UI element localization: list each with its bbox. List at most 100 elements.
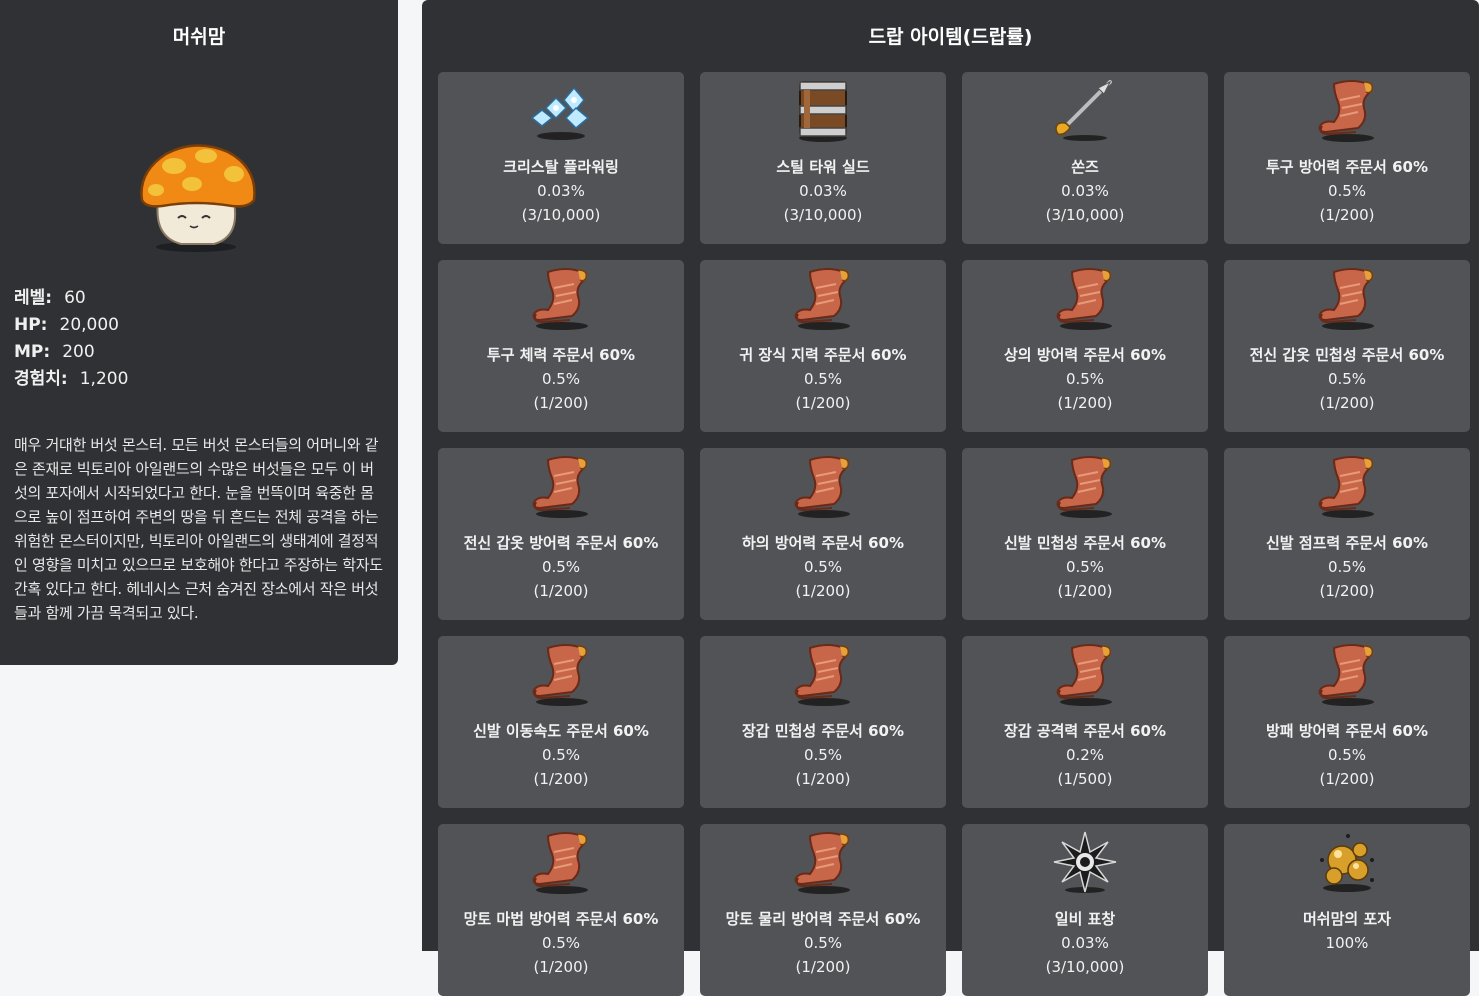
drop-item-name: 전신 갑옷 민첩성 주문서 60% (1249, 346, 1445, 364)
scroll-icon (526, 454, 596, 520)
drop-item-fraction: (1/200) (795, 958, 851, 976)
drop-item-fraction: (3/10,000) (1045, 958, 1125, 976)
drop-item-fraction: (1/200) (533, 958, 589, 976)
stat-hp: HP: 20,000 (14, 312, 128, 339)
drop-item-rate: 0.5% (803, 370, 843, 388)
drop-item-fraction: (3/10,000) (1045, 206, 1125, 224)
drop-item-card[interactable]: 신발 민첩성 주문서 60% 0.5% (1/200) (962, 448, 1208, 620)
monster-info-panel: 머쉬맘 레벨: 60 HP: 20,000 MP: 200 경험치: 1,200… (0, 0, 398, 665)
drop-item-card[interactable]: 상의 방어력 주문서 60% 0.5% (1/200) (962, 260, 1208, 432)
drop-item-card[interactable]: 방패 방어력 주문서 60% 0.5% (1/200) (1224, 636, 1470, 808)
drop-item-name: 망토 마법 방어력 주문서 60% (463, 910, 659, 928)
stat-exp: 경험치: 1,200 (14, 366, 128, 393)
scroll-icon (1050, 642, 1120, 708)
drop-item-rate: 0.5% (1065, 370, 1105, 388)
stat-label: HP: (14, 315, 48, 335)
drop-item-fraction: (3/10,000) (521, 206, 601, 224)
drop-item-card[interactable]: 머쉬맘의 포자 100% (1224, 824, 1470, 996)
scroll-icon (1312, 78, 1382, 144)
drop-item-card[interactable]: 망토 물리 방어력 주문서 60% 0.5% (1/200) (700, 824, 946, 996)
drop-item-rate: 0.5% (1327, 746, 1367, 764)
scroll-icon (788, 454, 858, 520)
drop-item-fraction: (3/10,000) (783, 206, 863, 224)
drop-item-rate: 0.03% (799, 182, 847, 200)
drop-item-card[interactable]: 신발 이동속도 주문서 60% 0.5% (1/200) (438, 636, 684, 808)
drop-item-fraction: (1/200) (1319, 394, 1375, 412)
drop-item-name: 하의 방어력 주문서 60% (742, 534, 904, 552)
scroll-icon (1312, 266, 1382, 332)
drop-item-name: 장갑 민첩성 주문서 60% (742, 722, 904, 740)
drop-item-name: 스틸 타워 실드 (776, 158, 870, 176)
drop-item-rate: 0.5% (1327, 370, 1367, 388)
drop-item-name: 머쉬맘의 포자 (1302, 910, 1392, 928)
drop-item-fraction: (1/200) (1057, 582, 1113, 600)
drop-item-card[interactable]: 투구 방어력 주문서 60% 0.5% (1/200) (1224, 72, 1470, 244)
drop-item-rate: 100% (1325, 934, 1369, 952)
drop-grid: 크리스탈 플라워링 0.03% (3/10,000) 스틸 타워 실드 0.03% (3/… (438, 72, 1470, 996)
scroll-icon (1050, 454, 1120, 520)
drops-panel: 드랍 아이템(드랍률) 크리스탈 플라워링 0.03% (3/10,000) 스틸 타… (422, 0, 1479, 996)
drop-item-fraction: (1/200) (1057, 394, 1113, 412)
drop-item-card[interactable]: 장갑 공격력 주문서 60% 0.2% (1/500) (962, 636, 1208, 808)
drop-item-name: 투구 방어력 주문서 60% (1266, 158, 1428, 176)
drop-item-fraction: (1/200) (533, 582, 589, 600)
drop-item-rate: 0.5% (1065, 558, 1105, 576)
stat-label: MP: (14, 342, 51, 362)
drop-item-name: 장갑 공격력 주문서 60% (1004, 722, 1166, 740)
drop-item-rate: 0.03% (1061, 182, 1109, 200)
stat-mp: MP: 200 (14, 339, 128, 366)
drop-item-card[interactable]: 신발 점프력 주문서 60% 0.5% (1/200) (1224, 448, 1470, 620)
drop-item-name: 신발 민첩성 주문서 60% (1004, 534, 1166, 552)
drops-title: 드랍 아이템(드랍률) (868, 26, 1033, 48)
drop-item-rate: 0.5% (541, 558, 581, 576)
drop-item-name: 크리스탈 플라워링 (503, 158, 619, 176)
star-icon (1050, 830, 1120, 896)
drop-item-card[interactable]: 크리스탈 플라워링 0.03% (3/10,000) (438, 72, 684, 244)
drop-item-name: 신발 이동속도 주문서 60% (473, 722, 649, 740)
stat-value: 1,200 (79, 369, 129, 389)
drop-item-card[interactable]: 전신 갑옷 민첩성 주문서 60% 0.5% (1/200) (1224, 260, 1470, 432)
drop-item-card[interactable]: 망토 마법 방어력 주문서 60% 0.5% (1/200) (438, 824, 684, 996)
spear-icon (1050, 78, 1120, 144)
drop-item-fraction: (1/500) (1057, 770, 1113, 788)
drop-item-fraction: (1/200) (795, 394, 851, 412)
scroll-icon (1312, 454, 1382, 520)
drop-item-card[interactable]: 하의 방어력 주문서 60% 0.5% (1/200) (700, 448, 946, 620)
drop-item-card[interactable]: 장갑 민첩성 주문서 60% 0.5% (1/200) (700, 636, 946, 808)
drop-item-name: 방패 방어력 주문서 60% (1266, 722, 1428, 740)
drop-item-card[interactable]: 쏜즈 0.03% (3/10,000) (962, 72, 1208, 244)
drop-item-fraction: (1/200) (1319, 770, 1375, 788)
drop-item-name: 일비 표창 (1054, 910, 1116, 928)
scroll-icon (526, 830, 596, 896)
drop-item-rate: 0.5% (1327, 558, 1367, 576)
drop-item-card[interactable]: 투구 체력 주문서 60% 0.5% (1/200) (438, 260, 684, 432)
scroll-icon (788, 642, 858, 708)
scroll-icon (788, 266, 858, 332)
drop-item-rate: 0.5% (803, 934, 843, 952)
monster-stats: 레벨: 60 HP: 20,000 MP: 200 경험치: 1,200 (14, 285, 128, 393)
spores-icon (1312, 830, 1382, 896)
drop-item-rate: 0.03% (537, 182, 585, 200)
scroll-icon (1312, 642, 1382, 708)
monster-name: 머쉬맘 (172, 26, 226, 48)
stat-value: 200 (62, 342, 95, 362)
drop-item-card[interactable]: 귀 장식 지력 주문서 60% 0.5% (1/200) (700, 260, 946, 432)
drop-item-fraction: (1/200) (795, 582, 851, 600)
drop-item-card[interactable]: 일비 표창 0.03% (3/10,000) (962, 824, 1208, 996)
scroll-icon (526, 266, 596, 332)
drop-item-card[interactable]: 스틸 타워 실드 0.03% (3/10,000) (700, 72, 946, 244)
drop-item-rate: 0.2% (1065, 746, 1105, 764)
drop-item-fraction: (1/200) (533, 394, 589, 412)
drop-item-name: 전신 갑옷 방어력 주문서 60% (463, 534, 659, 552)
drop-item-name: 투구 체력 주문서 60% (486, 346, 636, 364)
stat-label: 경험치: (14, 369, 68, 389)
drop-item-fraction: (1/200) (1319, 206, 1375, 224)
drop-item-name: 상의 방어력 주문서 60% (1004, 346, 1166, 364)
drop-item-card[interactable]: 전신 갑옷 방어력 주문서 60% 0.5% (1/200) (438, 448, 684, 620)
drop-item-rate: 0.5% (803, 558, 843, 576)
drop-item-rate: 0.03% (1061, 934, 1109, 952)
drop-item-name: 귀 장식 지력 주문서 60% (739, 346, 907, 364)
drop-item-rate: 0.5% (541, 934, 581, 952)
drop-item-rate: 0.5% (541, 370, 581, 388)
drop-item-rate: 0.5% (1327, 182, 1367, 200)
